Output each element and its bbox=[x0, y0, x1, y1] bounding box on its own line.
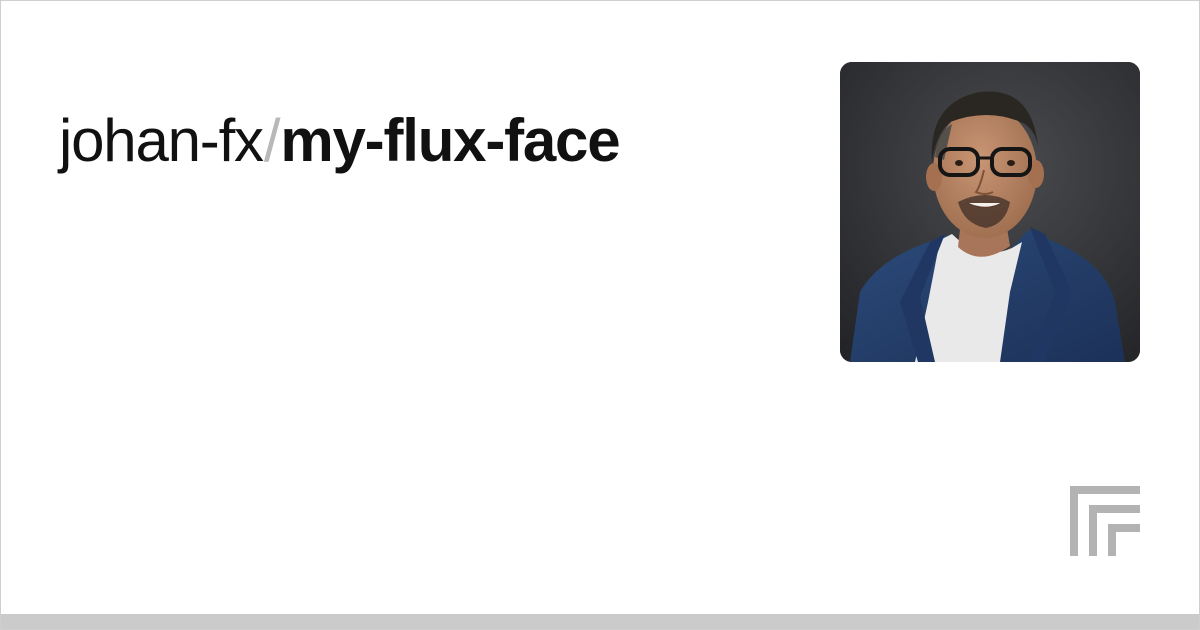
model-name[interactable]: my-flux-face bbox=[280, 107, 620, 174]
owner-name[interactable]: johan-fx bbox=[59, 107, 264, 174]
og-card: johan-fx/my-flux-face bbox=[0, 0, 1200, 630]
title-separator: / bbox=[263, 107, 281, 174]
portrait-photo bbox=[840, 62, 1140, 362]
model-cover-image bbox=[840, 62, 1140, 362]
bottom-bar bbox=[1, 614, 1199, 629]
model-title: johan-fx/my-flux-face bbox=[59, 105, 621, 177]
logo-mark bbox=[1070, 486, 1140, 556]
replicate-logo-icon[interactable] bbox=[1070, 486, 1140, 556]
